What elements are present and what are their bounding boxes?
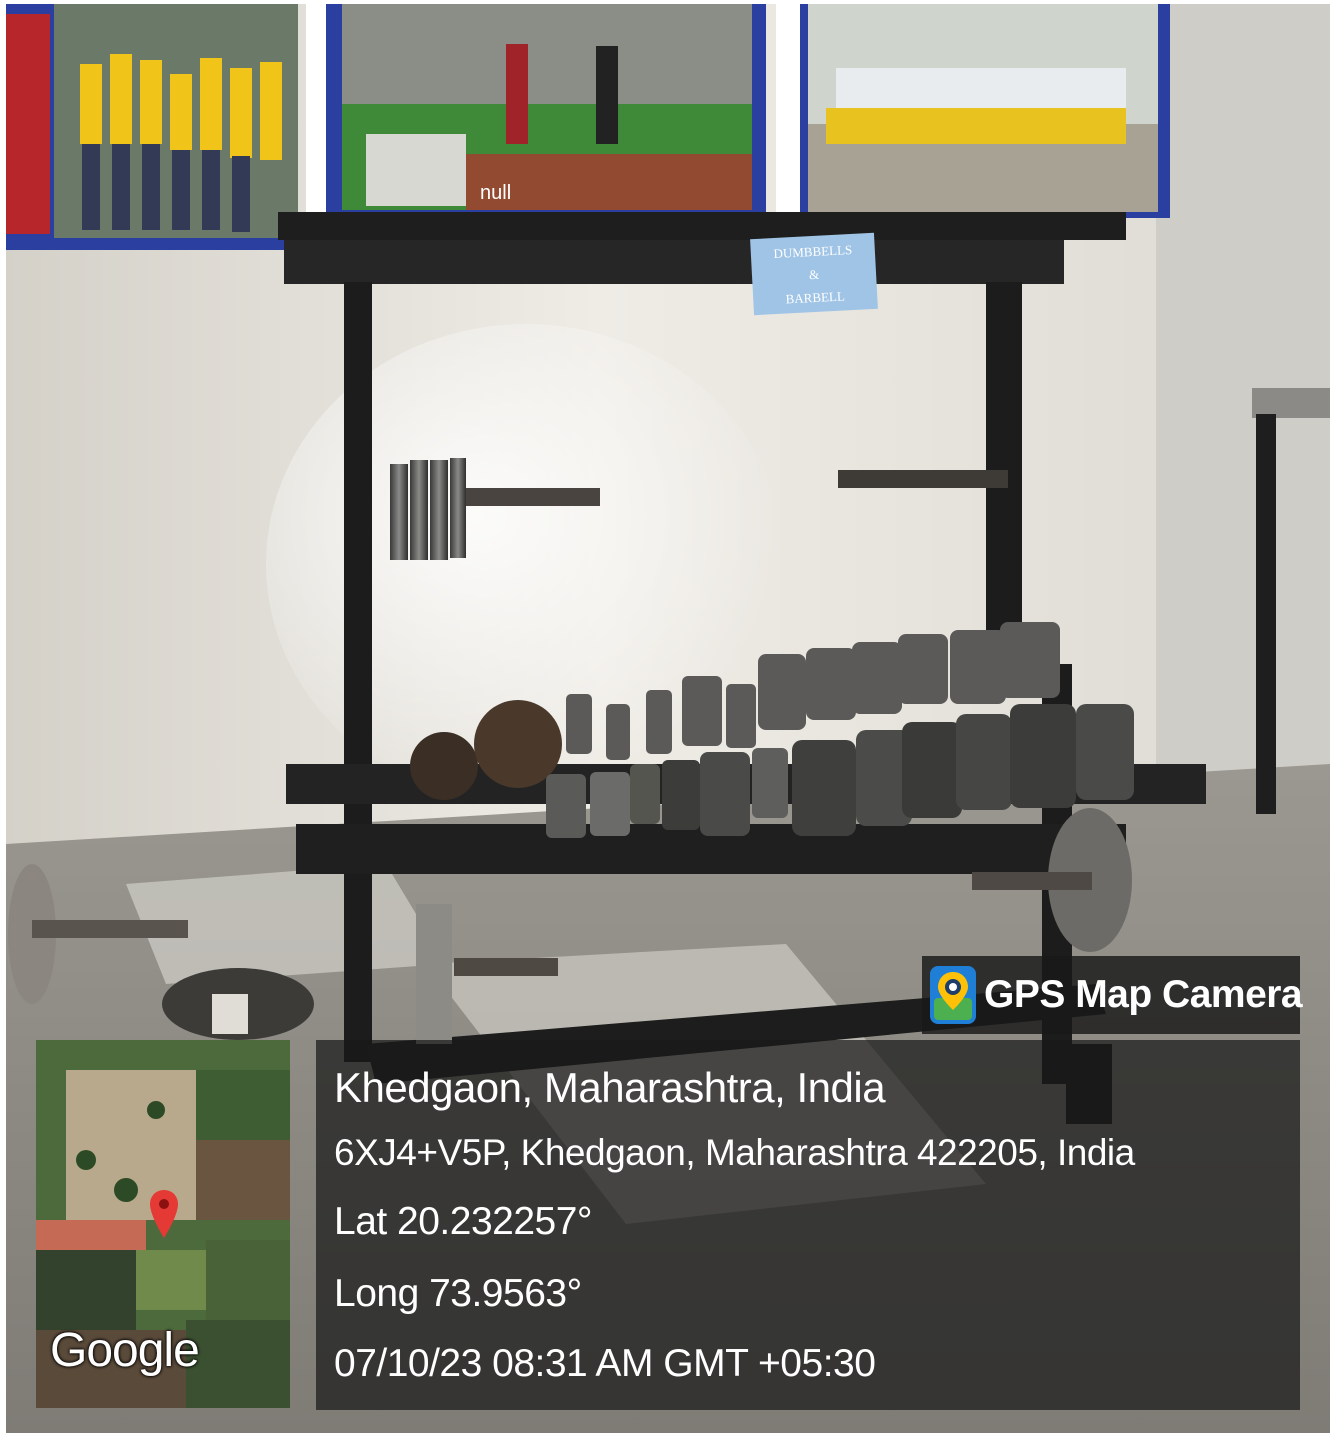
location-title: Khedgaon, Maharashtra, India (334, 1064, 886, 1111)
dumbbells-barbell-sign: DUMBBELLS & BARBELL (750, 232, 878, 316)
gps-brand-badge: GPS Map Camera (922, 956, 1303, 1034)
google-logo: Google (50, 1324, 200, 1377)
brand-name: GPS Map Camera (984, 973, 1303, 1016)
location-address: 6XJ4+V5P, Khedgaon, Maharashtra 422205, … (334, 1132, 1135, 1173)
longitude: Long 73.9563° (334, 1272, 582, 1315)
location-info-panel: Khedgaon, Maharashtra, India 6XJ4+V5P, K… (316, 1040, 1300, 1410)
red-location-pin-icon (150, 1190, 178, 1238)
latitude: Lat 20.232257° (334, 1200, 593, 1243)
map-pin-camera-icon (930, 966, 976, 1024)
satellite-mini-map: Google (36, 1040, 290, 1408)
poster-caption: null (480, 182, 512, 204)
timestamp: 07/10/23 08:31 AM GMT +05:30 (334, 1342, 876, 1385)
